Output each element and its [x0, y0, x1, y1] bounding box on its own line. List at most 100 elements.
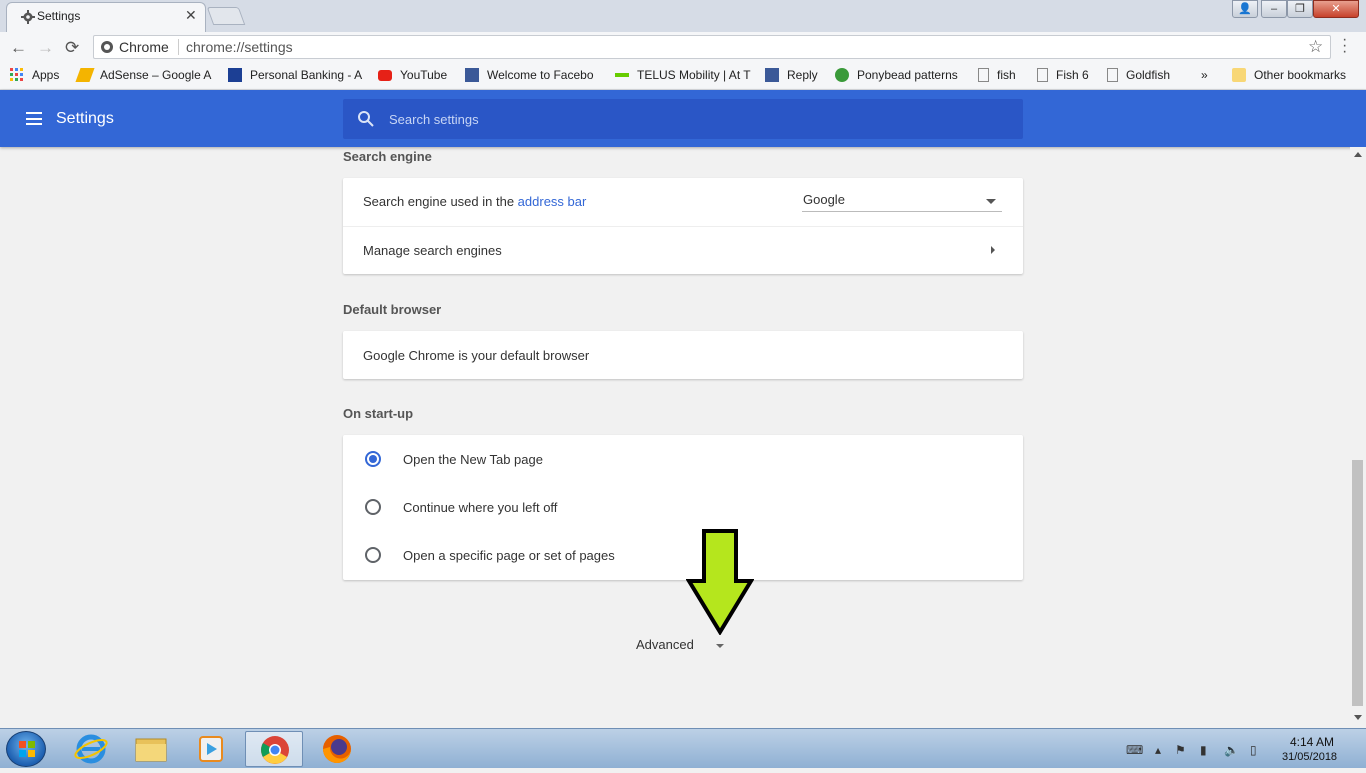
bookmark-adsense[interactable]: AdSense – Google A — [75, 68, 212, 82]
default-browser-status: Google Chrome is your default browser — [363, 348, 590, 363]
adsense-icon — [75, 68, 95, 82]
bookmarks-bar: Apps AdSense – Google A Personal Banking… — [0, 62, 1366, 90]
bookmark-fish[interactable]: fish — [978, 68, 1016, 82]
search-input[interactable] — [389, 99, 989, 139]
clock-time[interactable]: 4:14 AM — [1290, 735, 1334, 749]
youtube-icon — [378, 69, 392, 81]
taskbar-file-explorer[interactable] — [122, 731, 180, 767]
minimize-button[interactable]: – — [1261, 0, 1287, 18]
menu-icon[interactable]: · · · — [1342, 32, 1347, 60]
bookmark-label: Personal Banking - A — [250, 68, 363, 82]
show-hidden-icons-icon[interactable]: ▴ — [1155, 743, 1161, 757]
user-profile-button[interactable]: 👤 — [1232, 0, 1258, 18]
radio-button[interactable] — [365, 499, 381, 515]
address-bar-link[interactable]: address bar — [518, 194, 587, 209]
scroll-down-icon[interactable] — [1354, 715, 1362, 720]
label-text: Search engine used in the — [363, 194, 518, 209]
scroll-thumb[interactable] — [1352, 460, 1363, 706]
address-bar[interactable]: Chrome chrome://settings ☆ — [93, 35, 1331, 59]
bookmark-label: Reply — [787, 68, 818, 82]
startup-card: Open the New Tab page Continue where you… — [343, 435, 1023, 580]
back-icon[interactable]: ← — [10, 38, 27, 58]
section-title-search-engine: Search engine — [343, 149, 432, 164]
chevron-double-right-icon: » — [1201, 68, 1208, 82]
bookmark-label: Goldfish — [1126, 68, 1171, 82]
taskbar-chrome[interactable] — [245, 731, 303, 767]
bookmark-fish-6[interactable]: Fish 6 — [1037, 68, 1089, 82]
tab-strip: Settings ✕ 👤 – ❐ ✕ — [0, 0, 1366, 32]
arrow-down-annotation-icon — [686, 529, 754, 635]
battery-icon[interactable]: ▯ — [1250, 743, 1257, 757]
bookmarks-overflow-button[interactable]: » — [1201, 68, 1208, 82]
startup-option-label: Continue where you left off — [403, 500, 558, 515]
radio-button[interactable] — [365, 451, 381, 467]
other-bookmarks[interactable]: Other bookmarks — [1232, 68, 1346, 82]
taskbar-firefox[interactable] — [308, 731, 366, 767]
telus-icon — [615, 73, 629, 77]
search-engine-card: Search engine used in the address bar Go… — [343, 178, 1023, 274]
startup-option-new-tab[interactable]: Open the New Tab page — [343, 435, 1023, 483]
bookmark-facebook[interactable]: Welcome to Facebo — [465, 68, 594, 82]
scroll-up-icon[interactable] — [1354, 152, 1362, 157]
new-tab-button[interactable] — [206, 7, 246, 25]
flag-icon[interactable]: ⚑ — [1175, 743, 1186, 757]
caret-down-icon[interactable] — [716, 644, 724, 648]
caret-down-icon — [986, 199, 996, 204]
system-tray: ⌨ ▴ ⚑ ▮ 🔈 ▯ 4:14 AM 31/05/2018 — [1100, 729, 1366, 769]
bank-icon — [228, 68, 242, 82]
clock-date[interactable]: 31/05/2018 — [1282, 751, 1337, 763]
omnibox-divider — [178, 39, 179, 55]
restore-button[interactable]: ❐ — [1287, 0, 1313, 18]
bookmark-label: Welcome to Facebo — [487, 68, 594, 82]
folder-icon — [135, 738, 167, 762]
scrollbar[interactable] — [1350, 147, 1366, 727]
volume-icon[interactable]: 🔈 — [1224, 743, 1239, 757]
bookmark-reply[interactable]: Reply — [765, 68, 818, 82]
hamburger-menu-icon[interactable] — [26, 112, 42, 125]
manage-search-engines-label: Manage search engines — [363, 243, 502, 258]
bookmark-star-icon[interactable]: ☆ — [1308, 37, 1323, 57]
radio-button[interactable] — [365, 547, 381, 563]
search-box[interactable] — [343, 99, 1023, 139]
tab-settings[interactable]: Settings ✕ — [6, 2, 206, 32]
chrome-icon — [261, 736, 289, 764]
bookmark-apps[interactable]: Apps — [10, 68, 59, 82]
firefox-icon — [323, 735, 351, 763]
section-title-default-browser: Default browser — [343, 302, 442, 317]
bookmark-ponybead[interactable]: Ponybead patterns — [835, 68, 958, 82]
start-button[interactable] — [6, 731, 46, 767]
bookmark-label: Fish 6 — [1056, 68, 1089, 82]
bookmark-telus[interactable]: TELUS Mobility | At T — [615, 68, 751, 82]
signal-icon[interactable]: ▮ — [1200, 743, 1207, 757]
startup-option-continue[interactable]: Continue where you left off — [343, 483, 1023, 531]
bookmark-label: fish — [997, 68, 1016, 82]
taskbar-internet-explorer[interactable] — [62, 731, 120, 767]
taskbar: ⌨ ▴ ⚑ ▮ 🔈 ▯ 4:14 AM 31/05/2018 — [0, 728, 1366, 768]
url-text[interactable]: chrome://settings — [186, 39, 293, 55]
keyboard-icon[interactable]: ⌨ — [1126, 743, 1143, 757]
close-icon: ✕ — [1331, 3, 1341, 15]
window-close-button[interactable]: ✕ — [1313, 0, 1359, 18]
bookmark-label: Other bookmarks — [1254, 68, 1347, 82]
forward-icon[interactable]: → — [37, 38, 54, 58]
startup-option-specific-pages[interactable]: Open a specific page or set of pages — [343, 531, 1023, 580]
advanced-toggle[interactable]: Advanced — [636, 637, 694, 652]
close-tab-icon[interactable]: ✕ — [185, 7, 197, 24]
tab-title: Settings — [37, 9, 81, 23]
taskbar-media-player[interactable] — [182, 731, 240, 767]
reload-icon[interactable]: ⟳ — [65, 38, 79, 58]
minimize-icon: – — [1270, 3, 1278, 15]
manage-search-engines-row[interactable]: Manage search engines — [343, 227, 1023, 274]
bookmark-personal-banking[interactable]: Personal Banking - A — [228, 68, 362, 82]
search-engine-select[interactable]: Google — [802, 190, 1002, 212]
bookmark-label: AdSense – Google A — [100, 68, 212, 82]
bookmark-label: YouTube — [400, 68, 448, 82]
bookmark-youtube[interactable]: YouTube — [378, 68, 447, 82]
startup-option-label: Open a specific page or set of pages — [403, 548, 615, 563]
settings-header: Settings — [0, 90, 1366, 147]
search-icon — [358, 111, 374, 127]
bookmark-goldfish[interactable]: Goldfish — [1107, 68, 1170, 82]
toolbar: ← → ⟳ Chrome chrome://settings ☆ · · · — [0, 32, 1366, 62]
facebook-icon — [765, 68, 779, 82]
page-title: Settings — [56, 110, 114, 127]
